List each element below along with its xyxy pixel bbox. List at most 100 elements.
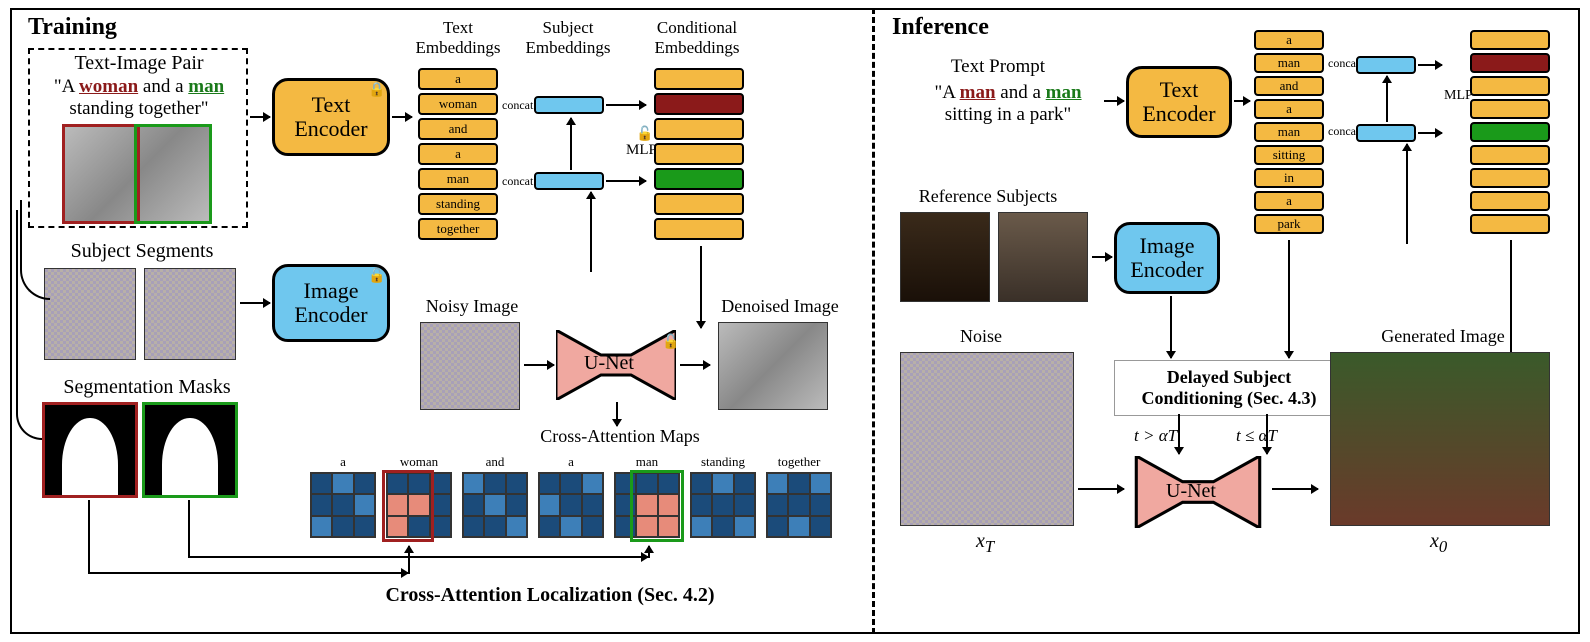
subj-emb-1: [534, 96, 604, 114]
tok-together: together: [418, 218, 498, 240]
inf-image-encoder: Image Encoder: [1114, 222, 1220, 294]
inf-text-encoder-label: Text Encoder: [1129, 78, 1229, 126]
unet-inference: U-Net: [1128, 456, 1268, 528]
noise-image: [900, 352, 1074, 526]
arrow-enc-to-tokens: [392, 116, 412, 118]
noisy-image: [420, 322, 520, 410]
dsc-label: Delayed Subject Conditioning (Sec. 4.3): [1141, 367, 1316, 408]
itok-in: in: [1254, 168, 1324, 188]
inference-heading: Inference: [892, 14, 989, 41]
arrow-unet-denoised: [680, 364, 710, 366]
icond-a: [1470, 30, 1550, 50]
inf-text-encoder: Text Encoder: [1126, 66, 1232, 138]
generated-image: [1330, 352, 1550, 526]
noise-label: Noise: [960, 326, 1002, 347]
prompt-woman: woman: [79, 76, 138, 97]
arrow-infprompt-enc: [1104, 100, 1124, 102]
amap-woman-redbox: [382, 470, 434, 542]
amap-man-grnbox: [630, 470, 684, 542]
unet-label: U-Net: [584, 352, 634, 375]
amap-a2-lbl: a: [538, 454, 604, 470]
cond-a: [654, 68, 744, 90]
prompt-pre: "A: [54, 76, 79, 97]
unlock-icon-imgenc: 🔓: [368, 268, 385, 285]
amap-man-lbl: man: [614, 454, 680, 470]
arrow-up-from-imgenc: [590, 192, 592, 272]
inf-m1: man: [960, 82, 996, 103]
text-emb-label: TextEmbeddings: [408, 18, 508, 58]
mask-man-box: [142, 402, 238, 498]
man-bbox: [134, 124, 212, 224]
inf-m2: man: [1046, 82, 1082, 103]
unlock-icon-mlp: 🔓: [636, 126, 653, 143]
pair-label: Text-Image Pair: [54, 52, 224, 75]
arrow-inf-up2: [1406, 144, 1408, 244]
arrow-img-dsc: [1170, 296, 1172, 358]
cond-a2: [654, 143, 744, 165]
segment-woman: [44, 268, 136, 360]
cond-man: [654, 168, 744, 190]
unlock-icon-unet: 🔓: [662, 334, 679, 351]
unet-training: U-Net: [556, 330, 676, 400]
concat-2: concat.: [502, 174, 536, 189]
tok-and: and: [418, 118, 498, 140]
inf-pre: "A: [934, 82, 959, 103]
mask-woman-to-map: [88, 572, 408, 574]
segment-man: [144, 268, 236, 360]
cond-standing: [654, 193, 744, 215]
woman-bbox: [62, 124, 140, 224]
amap-woman-lbl: woman: [386, 454, 452, 470]
x0-label: x0: [1430, 530, 1447, 557]
section-divider: [872, 8, 875, 634]
icond-sitting: [1470, 145, 1550, 165]
cond2-label: t ≤ αT: [1236, 426, 1277, 446]
inf-text-embeddings: a man and a man sitting in a park: [1254, 30, 1324, 234]
lock-icon: 🔒: [368, 82, 385, 99]
ref-img-2: [998, 212, 1088, 302]
amap-together: together: [766, 454, 832, 538]
cond-emb-label: ConditionalEmbeddings: [642, 18, 752, 58]
itok-a3: a: [1254, 191, 1324, 211]
curve-to-masks: [16, 210, 42, 440]
subj-emb-2: [534, 172, 604, 190]
itok-a2: a: [1254, 99, 1324, 119]
amap-and: and: [462, 454, 528, 538]
training-prompt: "A woman and a man standing together": [34, 76, 244, 120]
inf-image-encoder-label: Image Encoder: [1117, 234, 1217, 282]
icond-and: [1470, 76, 1550, 96]
amap-a2: a: [538, 454, 604, 538]
amap-a: a: [310, 454, 376, 538]
icond-in: [1470, 168, 1550, 188]
icond-a3: [1470, 191, 1550, 211]
gen-label: Generated Image: [1358, 326, 1528, 347]
itok-park: park: [1254, 214, 1324, 234]
denoised-image: [718, 322, 828, 410]
prompt-post: standing together": [69, 98, 208, 119]
cond-together: [654, 218, 744, 240]
dsc-box: Delayed Subject Conditioning (Sec. 4.3): [1114, 360, 1344, 416]
arrow-unet-gen: [1272, 488, 1318, 490]
noisy-label: Noisy Image: [412, 296, 532, 317]
itok-a: a: [1254, 30, 1324, 50]
text-prompt-label: Text Prompt: [938, 56, 1058, 78]
cond-and: [654, 118, 744, 140]
cam-label: Cross-Attention Maps: [520, 426, 720, 447]
text-encoder-label: Text Encoder: [275, 93, 387, 141]
itok-man: man: [1254, 53, 1324, 73]
image-encoder-label: Image Encoder: [275, 279, 387, 327]
seg-masks-label: Segmentation Masks: [52, 376, 242, 399]
training-heading: Training: [28, 14, 117, 41]
amap-standing: standing: [690, 454, 756, 538]
mask-woman-down: [88, 500, 90, 574]
itok-and: and: [1254, 76, 1324, 96]
tok-a2: a: [418, 143, 498, 165]
mask-woman-up: [408, 546, 410, 574]
prompt-mid: and a: [138, 76, 188, 97]
inf-mid: and a: [996, 82, 1046, 103]
tok-man: man: [418, 168, 498, 190]
x0: x: [1430, 530, 1439, 552]
xT: x: [976, 530, 985, 552]
subj-emb-label: SubjectEmbeddings: [518, 18, 618, 58]
conditional-embeddings: [654, 68, 744, 240]
arrow-prompt-to-enc: [250, 116, 270, 118]
